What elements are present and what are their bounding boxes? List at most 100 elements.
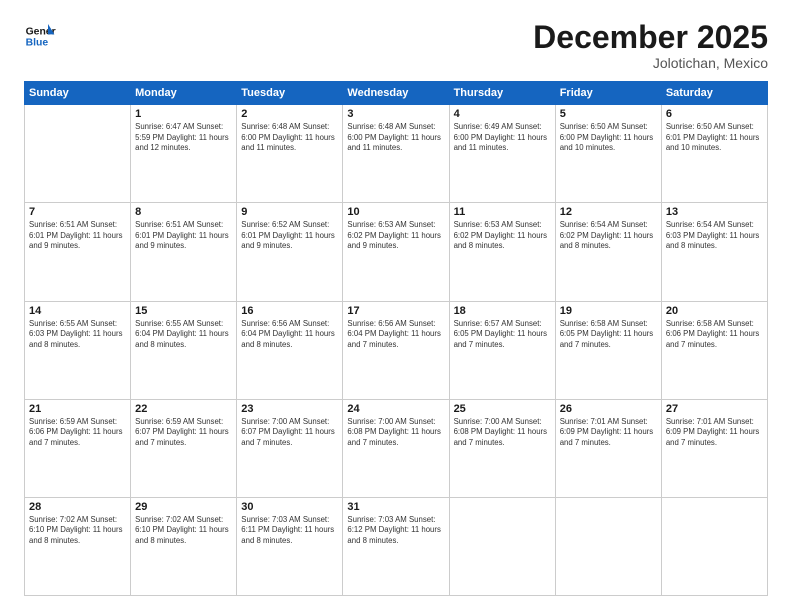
day-number: 24 bbox=[347, 403, 444, 415]
day-info: Sunrise: 6:56 AM Sunset: 6:04 PM Dayligh… bbox=[347, 319, 444, 351]
day-number: 11 bbox=[454, 206, 551, 218]
day-info: Sunrise: 6:50 AM Sunset: 6:00 PM Dayligh… bbox=[560, 122, 657, 154]
day-cell: 1 Sunrise: 6:47 AM Sunset: 5:59 PM Daylig… bbox=[131, 105, 237, 203]
week-row-1: 7 Sunrise: 6:51 AM Sunset: 6:01 PM Daylig… bbox=[25, 203, 768, 301]
week-row-2: 14 Sunrise: 6:55 AM Sunset: 6:03 PM Dayli… bbox=[25, 301, 768, 399]
col-wednesday: Wednesday bbox=[343, 82, 449, 105]
day-cell: 19 Sunrise: 6:58 AM Sunset: 6:05 PM Dayli… bbox=[555, 301, 661, 399]
day-cell: 18 Sunrise: 6:57 AM Sunset: 6:05 PM Dayli… bbox=[449, 301, 555, 399]
page: General Blue December 2025 Jolotichan, M… bbox=[0, 0, 792, 612]
day-info: Sunrise: 7:01 AM Sunset: 6:09 PM Dayligh… bbox=[560, 417, 657, 449]
day-cell: 30 Sunrise: 7:03 AM Sunset: 6:11 PM Dayli… bbox=[237, 497, 343, 595]
day-info: Sunrise: 6:51 AM Sunset: 6:01 PM Dayligh… bbox=[135, 220, 232, 252]
day-cell: 7 Sunrise: 6:51 AM Sunset: 6:01 PM Daylig… bbox=[25, 203, 131, 301]
day-info: Sunrise: 6:59 AM Sunset: 6:06 PM Dayligh… bbox=[29, 417, 126, 449]
day-info: Sunrise: 6:49 AM Sunset: 6:00 PM Dayligh… bbox=[454, 122, 551, 154]
day-info: Sunrise: 6:56 AM Sunset: 6:04 PM Dayligh… bbox=[241, 319, 338, 351]
day-number: 29 bbox=[135, 501, 232, 513]
day-info: Sunrise: 7:00 AM Sunset: 6:07 PM Dayligh… bbox=[241, 417, 338, 449]
day-info: Sunrise: 7:02 AM Sunset: 6:10 PM Dayligh… bbox=[135, 515, 232, 547]
day-cell: 13Sunrise: 6:54 AM Sunset: 6:03 PM Dayli… bbox=[661, 203, 767, 301]
day-cell: 11 Sunrise: 6:53 AM Sunset: 6:02 PM Dayli… bbox=[449, 203, 555, 301]
day-cell: 24 Sunrise: 7:00 AM Sunset: 6:08 PM Dayli… bbox=[343, 399, 449, 497]
day-cell: 12 Sunrise: 6:54 AM Sunset: 6:02 PM Dayli… bbox=[555, 203, 661, 301]
calendar-table: Sunday Monday Tuesday Wednesday Thursday… bbox=[24, 81, 768, 596]
calendar-body: 1 Sunrise: 6:47 AM Sunset: 5:59 PM Daylig… bbox=[25, 105, 768, 596]
day-cell: 23Sunrise: 7:00 AM Sunset: 6:07 PM Dayli… bbox=[237, 399, 343, 497]
day-number: 16 bbox=[241, 305, 338, 317]
day-info: Sunrise: 6:48 AM Sunset: 6:00 PM Dayligh… bbox=[241, 122, 338, 154]
day-cell: 25 Sunrise: 7:00 AM Sunset: 6:08 PM Dayli… bbox=[449, 399, 555, 497]
day-cell: 16 Sunrise: 6:56 AM Sunset: 6:04 PM Dayli… bbox=[237, 301, 343, 399]
day-number: 7 bbox=[29, 206, 126, 218]
day-number: 13 bbox=[666, 206, 763, 218]
day-number: 2 bbox=[241, 108, 338, 120]
day-cell: 5Sunrise: 6:50 AM Sunset: 6:00 PM Daylig… bbox=[555, 105, 661, 203]
month-title: December 2025 bbox=[533, 20, 768, 55]
day-info: Sunrise: 7:00 AM Sunset: 6:08 PM Dayligh… bbox=[454, 417, 551, 449]
col-monday: Monday bbox=[131, 82, 237, 105]
day-number: 1 bbox=[135, 108, 232, 120]
week-row-3: 21 Sunrise: 6:59 AM Sunset: 6:06 PM Dayli… bbox=[25, 399, 768, 497]
col-tuesday: Tuesday bbox=[237, 82, 343, 105]
day-info: Sunrise: 6:58 AM Sunset: 6:06 PM Dayligh… bbox=[666, 319, 763, 351]
col-friday: Friday bbox=[555, 82, 661, 105]
day-number: 19 bbox=[560, 305, 657, 317]
day-info: Sunrise: 6:52 AM Sunset: 6:01 PM Dayligh… bbox=[241, 220, 338, 252]
day-number: 20 bbox=[666, 305, 763, 317]
day-info: Sunrise: 6:55 AM Sunset: 6:04 PM Dayligh… bbox=[135, 319, 232, 351]
week-row-0: 1 Sunrise: 6:47 AM Sunset: 5:59 PM Daylig… bbox=[25, 105, 768, 203]
day-number: 3 bbox=[347, 108, 444, 120]
day-number: 14 bbox=[29, 305, 126, 317]
day-cell bbox=[449, 497, 555, 595]
day-cell: 28Sunrise: 7:02 AM Sunset: 6:10 PM Dayli… bbox=[25, 497, 131, 595]
day-cell: 8Sunrise: 6:51 AM Sunset: 6:01 PM Daylig… bbox=[131, 203, 237, 301]
day-number: 30 bbox=[241, 501, 338, 513]
day-cell: 31Sunrise: 7:03 AM Sunset: 6:12 PM Dayli… bbox=[343, 497, 449, 595]
day-cell bbox=[661, 497, 767, 595]
logo: General Blue bbox=[24, 20, 56, 52]
day-cell: 3Sunrise: 6:48 AM Sunset: 6:00 PM Daylig… bbox=[343, 105, 449, 203]
day-info: Sunrise: 6:53 AM Sunset: 6:02 PM Dayligh… bbox=[454, 220, 551, 252]
day-info: Sunrise: 7:03 AM Sunset: 6:11 PM Dayligh… bbox=[241, 515, 338, 547]
day-cell bbox=[555, 497, 661, 595]
day-cell: 27Sunrise: 7:01 AM Sunset: 6:09 PM Dayli… bbox=[661, 399, 767, 497]
col-saturday: Saturday bbox=[661, 82, 767, 105]
day-number: 22 bbox=[135, 403, 232, 415]
day-number: 21 bbox=[29, 403, 126, 415]
day-cell: 4Sunrise: 6:49 AM Sunset: 6:00 PM Daylig… bbox=[449, 105, 555, 203]
header: General Blue December 2025 Jolotichan, M… bbox=[24, 20, 768, 71]
day-info: Sunrise: 6:58 AM Sunset: 6:05 PM Dayligh… bbox=[560, 319, 657, 351]
day-number: 6 bbox=[666, 108, 763, 120]
day-cell: 2 Sunrise: 6:48 AM Sunset: 6:00 PM Daylig… bbox=[237, 105, 343, 203]
day-number: 28 bbox=[29, 501, 126, 513]
day-cell bbox=[25, 105, 131, 203]
day-number: 12 bbox=[560, 206, 657, 218]
day-info: Sunrise: 6:55 AM Sunset: 6:03 PM Dayligh… bbox=[29, 319, 126, 351]
svg-text:Blue: Blue bbox=[26, 38, 49, 49]
day-info: Sunrise: 6:57 AM Sunset: 6:05 PM Dayligh… bbox=[454, 319, 551, 351]
day-info: Sunrise: 6:47 AM Sunset: 5:59 PM Dayligh… bbox=[135, 122, 232, 154]
day-info: Sunrise: 6:51 AM Sunset: 6:01 PM Dayligh… bbox=[29, 220, 126, 252]
day-number: 25 bbox=[454, 403, 551, 415]
day-cell: 9 Sunrise: 6:52 AM Sunset: 6:01 PM Daylig… bbox=[237, 203, 343, 301]
col-thursday: Thursday bbox=[449, 82, 555, 105]
day-number: 27 bbox=[666, 403, 763, 415]
day-cell: 14 Sunrise: 6:55 AM Sunset: 6:03 PM Dayli… bbox=[25, 301, 131, 399]
day-cell: 22Sunrise: 6:59 AM Sunset: 6:07 PM Dayli… bbox=[131, 399, 237, 497]
location: Jolotichan, Mexico bbox=[533, 55, 768, 71]
day-number: 26 bbox=[560, 403, 657, 415]
day-cell: 17Sunrise: 6:56 AM Sunset: 6:04 PM Dayli… bbox=[343, 301, 449, 399]
day-number: 10 bbox=[347, 206, 444, 218]
day-info: Sunrise: 6:54 AM Sunset: 6:02 PM Dayligh… bbox=[560, 220, 657, 252]
day-cell: 6Sunrise: 6:50 AM Sunset: 6:01 PM Daylig… bbox=[661, 105, 767, 203]
day-number: 15 bbox=[135, 305, 232, 317]
day-info: Sunrise: 6:53 AM Sunset: 6:02 PM Dayligh… bbox=[347, 220, 444, 252]
day-number: 9 bbox=[241, 206, 338, 218]
day-number: 31 bbox=[347, 501, 444, 513]
day-number: 18 bbox=[454, 305, 551, 317]
day-cell: 21 Sunrise: 6:59 AM Sunset: 6:06 PM Dayli… bbox=[25, 399, 131, 497]
week-row-4: 28 Sunrise: 7:02 AM Sunset: 6:10 PM Dayli… bbox=[25, 497, 768, 595]
calendar-header-row: Sunday Monday Tuesday Wednesday Thursday… bbox=[25, 82, 768, 105]
day-info: Sunrise: 7:00 AM Sunset: 6:08 PM Dayligh… bbox=[347, 417, 444, 449]
